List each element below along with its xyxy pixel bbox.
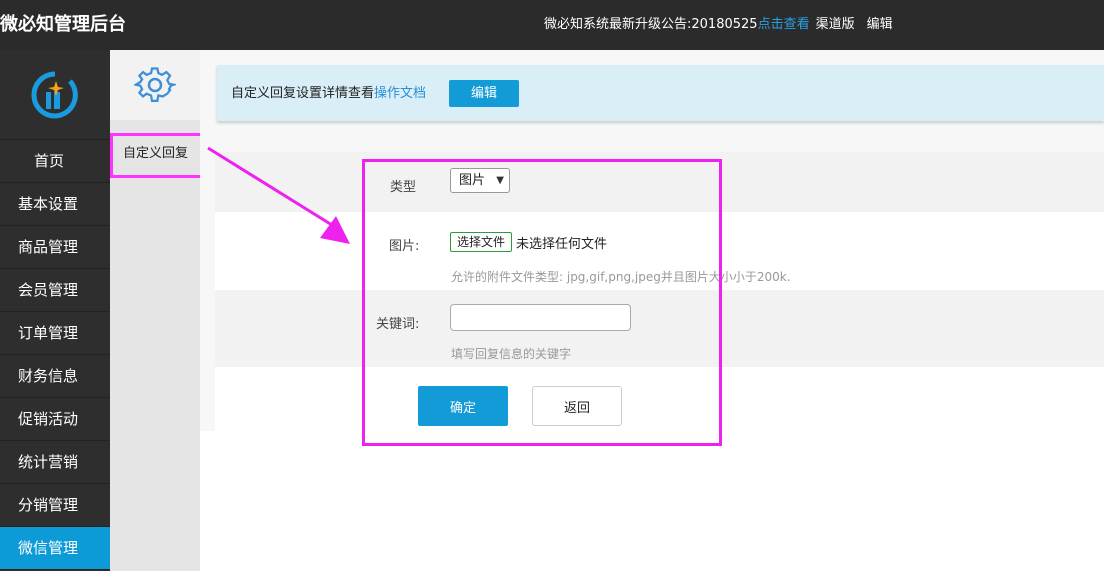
sidebar-item-home[interactable]: 首页 [0,140,110,183]
info-text: 自定义回复设置详情查看 [231,86,375,101]
sub-nav-header [110,50,200,120]
info-edit-button[interactable]: 编辑 [449,80,519,107]
sidebar-item-products[interactable]: 商品管理 [0,226,110,269]
sidebar: 首页 基本设置 商品管理 会员管理 订单管理 财务信息 促销活动 统计营销 分销… [0,50,110,571]
sidebar-item-orders[interactable]: 订单管理 [0,312,110,355]
notice-view-link[interactable]: 点击查看 [758,17,810,32]
brand-logo-icon [31,71,78,118]
gear-icon [134,67,176,103]
docs-link[interactable]: 操作文档 [374,86,426,101]
sub-nav-item-custom-reply[interactable]: 自定义回复 [110,133,205,178]
content-background [200,431,1104,571]
sidebar-item-basic-settings[interactable]: 基本设置 [0,183,110,226]
notice-text: 微必知系统最新升级公告:20180525 [544,17,758,32]
sidebar-item-statistics[interactable]: 统计营销 [0,441,110,484]
sidebar-item-wechat[interactable]: 微信管理 [0,527,110,570]
header-edit-link[interactable]: 编辑 [867,17,893,32]
info-text-wrap: 自定义回复设置详情查看操作文档 [231,65,426,123]
channel-label: 渠道版 [815,17,855,32]
sidebar-item-distribution[interactable]: 分销管理 [0,484,110,527]
form-highlight-box [362,159,722,446]
app-title: 微必知管理后台 [0,14,126,35]
sidebar-item-promotions[interactable]: 促销活动 [0,398,110,441]
sidebar-item-members[interactable]: 会员管理 [0,269,110,312]
sidebar-item-finance[interactable]: 财务信息 [0,355,110,398]
logo [0,50,110,140]
top-bar: 微必知管理后台 微必知系统最新升级公告:20180525点击查看 渠道版 编辑 [0,0,1104,50]
info-bar: 自定义回复设置详情查看操作文档 编辑 [217,65,1104,121]
upgrade-notice: 微必知系统最新升级公告:20180525点击查看 渠道版 编辑 [544,0,893,50]
sub-nav: 自定义回复 [110,50,205,571]
